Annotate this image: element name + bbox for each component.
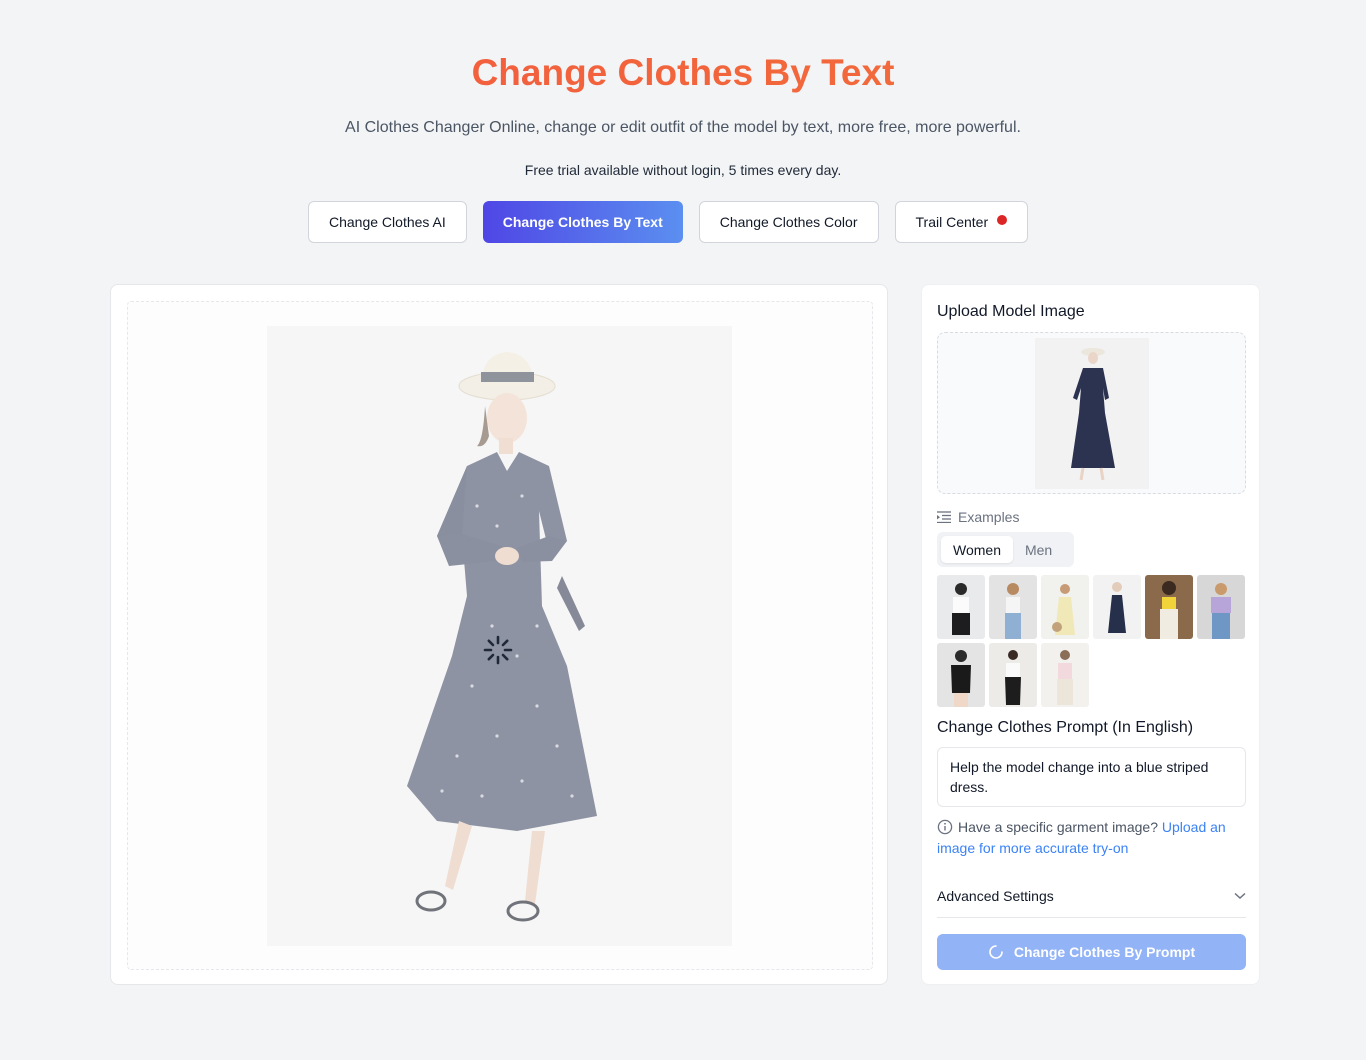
result-preview-area	[127, 301, 873, 970]
tab-change-clothes-color[interactable]: Change Clothes Color	[698, 201, 879, 243]
change-clothes-submit-button[interactable]: Change Clothes By Prompt	[937, 934, 1246, 970]
men-tab[interactable]: Men	[1013, 536, 1064, 563]
result-panel	[110, 284, 888, 985]
example-thumbnail[interactable]	[1093, 575, 1141, 639]
page-subtitle: AI Clothes Changer Online, change or edi…	[345, 119, 1021, 136]
tab-label: Change Clothes AI	[329, 214, 446, 230]
example-thumbnails	[937, 575, 1249, 707]
chevron-down-icon	[1234, 892, 1246, 900]
page-title: Change Clothes By Text	[0, 52, 1366, 94]
example-gender-toggle: Women Men	[937, 532, 1074, 567]
tab-label: Trail Center	[915, 214, 989, 230]
women-tab[interactable]: Women	[941, 536, 1013, 563]
control-panel: Upload Model Image Examples Women Men Ch…	[921, 284, 1260, 985]
advanced-settings-label: Advanced Settings	[937, 888, 1054, 904]
example-thumbnail[interactable]	[1041, 575, 1089, 639]
example-thumbnail[interactable]	[1041, 643, 1089, 707]
tab-change-clothes-by-text[interactable]: Change Clothes By Text	[482, 201, 683, 243]
model-image-upload[interactable]	[937, 332, 1246, 494]
tab-change-clothes-ai[interactable]: Change Clothes AI	[308, 201, 467, 243]
prompt-input[interactable]: Help the model change into a blue stripe…	[937, 747, 1246, 807]
example-thumbnail[interactable]	[989, 575, 1037, 639]
example-thumbnail[interactable]	[937, 575, 985, 639]
hint-text: Have a specific garment image?	[958, 819, 1158, 835]
tab-label: Change Clothes Color	[719, 214, 858, 230]
advanced-settings-toggle[interactable]: Advanced Settings	[937, 875, 1246, 918]
example-thumbnail[interactable]	[1197, 575, 1245, 639]
notification-dot	[997, 215, 1008, 225]
example-thumbnail[interactable]	[989, 643, 1037, 707]
example-thumbnail[interactable]	[937, 643, 985, 707]
list-indent-icon	[937, 511, 951, 523]
examples-label: Examples	[958, 509, 1020, 525]
tab-label: Change Clothes By Text	[502, 214, 663, 230]
examples-header: Examples	[937, 509, 1019, 525]
info-icon	[937, 819, 953, 835]
prompt-title: Change Clothes Prompt (In English)	[937, 719, 1194, 736]
uploaded-model-thumbnail	[1035, 338, 1149, 489]
loading-icon	[989, 945, 1003, 959]
submit-label: Change Clothes By Prompt	[1013, 944, 1196, 960]
tab-trail-center[interactable]: Trail Center	[894, 201, 1029, 243]
example-thumbnail[interactable]	[1145, 575, 1193, 639]
free-trial-notice: Free trial available without login, 5 ti…	[524, 162, 842, 178]
garment-upload-hint: Have a specific garment image? Upload an…	[937, 817, 1249, 859]
loading-spinner-icon	[483, 635, 513, 665]
upload-model-title: Upload Model Image	[937, 303, 1085, 320]
tool-tabs: Change Clothes AI Change Clothes By Text…	[308, 201, 1029, 243]
